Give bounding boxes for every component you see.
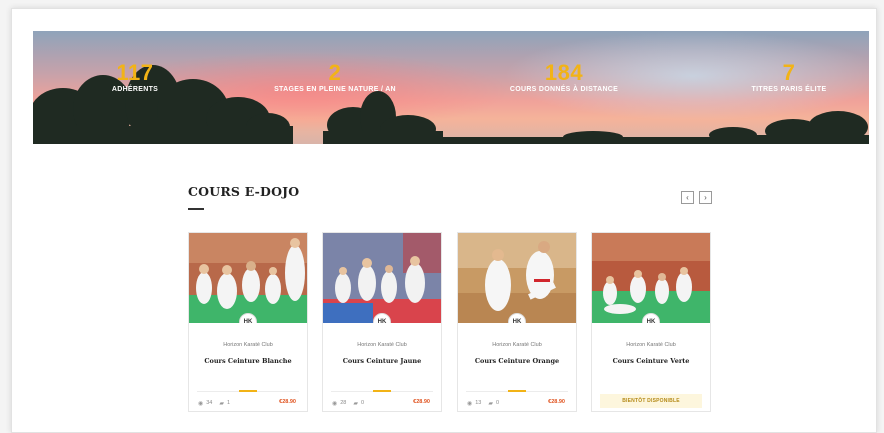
comment-count: 0 bbox=[361, 400, 365, 406]
course-card[interactable]: HK Horizon Karaté Club Cours Ceinture Ja… bbox=[322, 232, 442, 412]
stat-label: STAGES EN PLEINE NATURE / AN bbox=[274, 86, 396, 93]
eye-icon: ◉ bbox=[467, 400, 473, 407]
comment-icon: ▰ bbox=[353, 400, 358, 407]
view-count: 34 bbox=[206, 400, 213, 406]
course-author[interactable]: Horizon Karaté Club bbox=[189, 342, 307, 348]
course-price: €28.90 bbox=[279, 399, 296, 405]
stat-number: 117 bbox=[116, 60, 154, 85]
stat-members: 117 ADHÉRENTS bbox=[85, 60, 185, 94]
comment-count: 0 bbox=[496, 400, 500, 406]
course-photo[interactable]: HK bbox=[458, 233, 576, 323]
stat-remote-courses: 184 COURS DONNÉS À DISTANCE bbox=[499, 60, 629, 94]
stat-titles: 7 TITRES PARIS ÉLITE bbox=[739, 60, 839, 94]
course-author[interactable]: Horizon Karaté Club bbox=[458, 342, 576, 348]
course-title[interactable]: Cours Ceinture Verte bbox=[592, 357, 710, 365]
card-accent-bar bbox=[508, 390, 526, 392]
course-card[interactable]: HK Horizon Karaté Club Cours Ceinture Ve… bbox=[591, 232, 711, 412]
stats-banner: 117 ADHÉRENTS 2 STAGES EN PLEINE NATURE … bbox=[33, 31, 869, 144]
course-price: €28.90 bbox=[413, 399, 430, 405]
title-underline bbox=[188, 208, 204, 210]
course-card[interactable]: HK Horizon Karaté Club Cours Ceinture Or… bbox=[457, 232, 577, 412]
stat-number: 7 bbox=[782, 60, 796, 85]
comment-icon: ▰ bbox=[488, 400, 493, 407]
stat-label: COURS DONNÉS À DISTANCE bbox=[509, 86, 619, 93]
comment-icon: ▰ bbox=[219, 400, 224, 407]
stat-number: 184 bbox=[544, 60, 584, 85]
section-title: COURS E-DOJO bbox=[188, 184, 300, 199]
eye-icon: ◉ bbox=[198, 400, 204, 407]
course-author[interactable]: Horizon Karaté Club bbox=[592, 342, 710, 348]
course-photo[interactable]: HK bbox=[189, 233, 307, 323]
card-accent-bar bbox=[239, 390, 257, 392]
course-title[interactable]: Cours Ceinture Orange bbox=[458, 357, 576, 365]
carousel-prev-button[interactable]: ‹ bbox=[681, 191, 694, 204]
course-price: €28.90 bbox=[548, 399, 565, 405]
stat-label: ADHÉRENTS bbox=[111, 86, 159, 93]
page: 117 ADHÉRENTS 2 STAGES EN PLEINE NATURE … bbox=[11, 8, 877, 433]
course-photo[interactable]: HK bbox=[592, 233, 710, 323]
view-count: 13 bbox=[475, 400, 482, 406]
course-title[interactable]: Cours Ceinture Jaune bbox=[323, 357, 441, 365]
view-count: 28 bbox=[340, 400, 347, 406]
course-photo[interactable]: HK bbox=[323, 233, 441, 323]
comment-count: 1 bbox=[227, 400, 231, 406]
carousel-next-button[interactable]: › bbox=[699, 191, 712, 204]
card-accent-bar bbox=[373, 390, 391, 392]
course-card[interactable]: HK Horizon Karaté Club Cours Ceinture Bl… bbox=[188, 232, 308, 412]
course-author[interactable]: Horizon Karaté Club bbox=[323, 342, 441, 348]
coming-soon-badge: BIENTÔT DISPONIBLE bbox=[600, 394, 702, 408]
course-title[interactable]: Cours Ceinture Blanche bbox=[189, 357, 307, 365]
eye-icon: ◉ bbox=[332, 400, 338, 407]
stat-outdoor-camps: 2 STAGES EN PLEINE NATURE / AN bbox=[265, 60, 405, 94]
stat-number: 2 bbox=[328, 60, 342, 85]
stat-label: TITRES PARIS ÉLITE bbox=[751, 86, 827, 93]
